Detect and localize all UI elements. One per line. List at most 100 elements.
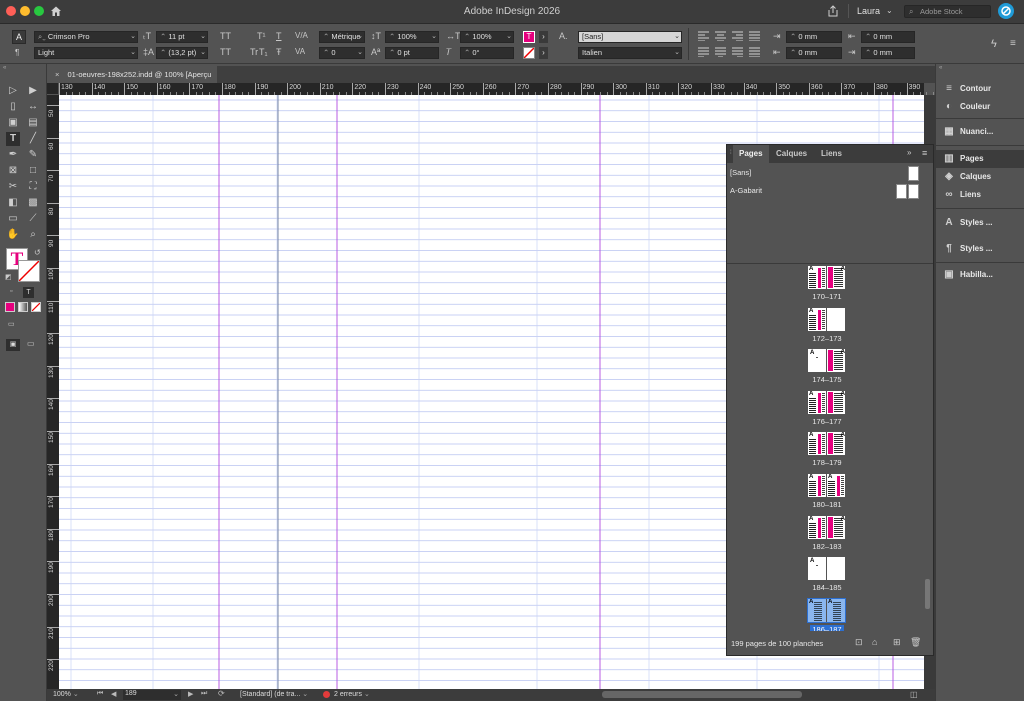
page-size-icon[interactable]: ⊡: [855, 637, 863, 648]
pencil-tool-icon[interactable]: ✎: [26, 148, 40, 162]
collapse-panel-icon[interactable]: »: [907, 148, 911, 157]
free-transform-tool-icon[interactable]: ⛶: [26, 180, 40, 194]
page-thumbnail[interactable]: A: [808, 349, 826, 373]
next-page-button[interactable]: ▶: [188, 690, 193, 698]
new-page-icon[interactable]: ⊞: [893, 637, 901, 648]
page-thumbnail[interactable]: A: [808, 390, 826, 414]
gradient-tool-icon[interactable]: ◧: [6, 196, 20, 210]
avatar[interactable]: [998, 3, 1014, 19]
right-indent-field[interactable]: ⌃ 0 mm: [861, 31, 915, 43]
open-page-icon[interactable]: ⟳: [218, 689, 225, 698]
horizontal-scale-field[interactable]: ⌃ 100% ⌄: [460, 31, 514, 43]
selection-tool-icon[interactable]: ▷: [6, 84, 20, 98]
strikethrough-button[interactable]: Ŧ: [276, 46, 282, 58]
zoom-field[interactable]: 100% ⌄: [53, 690, 79, 698]
language-field[interactable]: Italien ⌄: [578, 47, 682, 59]
justify-left-button[interactable]: [698, 47, 709, 57]
chevron-right-icon[interactable]: ›: [539, 47, 548, 59]
collapse-arrows-icon[interactable]: «: [3, 65, 6, 71]
last-page-button[interactable]: ⏭: [201, 690, 207, 698]
justify-right-button[interactable]: [732, 47, 743, 57]
first-page-button[interactable]: ⏮: [97, 690, 103, 698]
page-thumbnail[interactable]: A: [808, 266, 826, 289]
grip-icon[interactable]: ⁞: [730, 150, 732, 156]
dock-item-para-styles[interactable]: ¶ Styles ...: [936, 240, 1024, 258]
stroke-none-swatch[interactable]: [523, 47, 535, 59]
tab-calques[interactable]: Calques: [770, 145, 813, 163]
skew-field[interactable]: ⌃ 0°: [460, 47, 514, 59]
trash-icon[interactable]: 🗑: [910, 637, 921, 648]
dock-item-nuancier[interactable]: ▦ Nuanci...: [936, 123, 1024, 141]
edit-page-size-icon[interactable]: ⌂: [872, 637, 877, 647]
chevron-down-icon[interactable]: ⌄: [886, 6, 893, 15]
container-format-icon[interactable]: ▫: [10, 288, 12, 295]
page-thumbnail[interactable]: A: [808, 515, 826, 539]
note-tool-icon[interactable]: ▭: [6, 212, 20, 226]
character-mode-button[interactable]: A: [12, 30, 26, 44]
content-collector-icon[interactable]: ▣: [6, 116, 20, 130]
subscript-button[interactable]: T₁: [259, 46, 268, 58]
previous-page-button[interactable]: ◀: [111, 690, 116, 698]
pen-tool-icon[interactable]: ✒: [6, 148, 20, 162]
horizontal-ruler[interactable]: 130 140 150 160 170 180 190 200 210 220 230 240 250 2…: [59, 83, 934, 95]
page-thumbnail[interactable]: A: [827, 515, 845, 539]
panel-menu-icon[interactable]: ≡: [1010, 38, 1016, 49]
preflight-profile[interactable]: [Standard] (de tra... ⌄: [240, 690, 308, 698]
page-thumbnail[interactable]: [827, 557, 845, 581]
page-thumbnail[interactable]: A: [808, 432, 826, 456]
underline-button[interactable]: T: [276, 30, 282, 42]
page-thumbnail[interactable]: A: [808, 598, 826, 622]
page-thumbnail[interactable]: A: [827, 266, 845, 289]
page-thumbnail[interactable]: [827, 307, 845, 331]
default-fill-stroke-icon[interactable]: ◩: [5, 273, 12, 281]
dock-item-habillage[interactable]: ▣ Habilla...: [936, 266, 1024, 284]
ruler-origin[interactable]: [47, 83, 59, 95]
content-placer-icon[interactable]: ▤: [26, 116, 40, 130]
font-family-field[interactable]: ⌕⌄ Crimson Pro ⌄: [34, 31, 138, 43]
document-tab[interactable]: × 01-oeuvres-198x252.indd @ 100% [Aperçu…: [47, 66, 217, 96]
tr-button[interactable]: Tr: [250, 46, 258, 58]
small-caps-button[interactable]: TT: [220, 46, 231, 58]
page-thumbnail[interactable]: A: [827, 474, 845, 497]
panel-menu-icon[interactable]: ≡: [922, 148, 927, 158]
page-spread[interactable]: AA: [808, 515, 845, 539]
justify-center-button[interactable]: [715, 47, 726, 57]
vertical-ruler[interactable]: 50 60 70 80 90 100 110 120 130 140 150 160 170 180 190…: [47, 95, 59, 690]
adobe-stock-search[interactable]: ⌕ Adobe Stock: [904, 5, 991, 18]
horizontal-scrollbar-thumb[interactable]: [602, 691, 802, 698]
dock-item-contour[interactable]: ≡ Contour: [936, 80, 1024, 98]
tracking-field[interactable]: ⌃ 0 ⌄: [319, 47, 365, 59]
user-name[interactable]: Laura: [857, 6, 880, 16]
dock-item-couleur[interactable]: ◐ Couleur: [936, 98, 1024, 116]
last-line-indent-field[interactable]: ⌃ 0 mm: [861, 47, 915, 59]
justify-all-button[interactable]: [749, 47, 760, 57]
page-spread[interactable]: A: [808, 557, 845, 581]
align-center-button[interactable]: [715, 31, 726, 41]
close-tab-icon[interactable]: ×: [55, 70, 59, 79]
spreads-list[interactable]: A A 170–171 A 172–173 A A 174–175 A A 176–177 A A 178…: [727, 265, 933, 631]
type-tool-icon[interactable]: T: [6, 132, 20, 146]
pages-scrollbar-thumb[interactable]: [925, 579, 930, 609]
rectangle-frame-tool-icon[interactable]: ⊠: [6, 164, 20, 178]
dock-item-calques[interactable]: ◈ Calques: [936, 168, 1024, 186]
normal-view-button[interactable]: ▣: [6, 339, 20, 351]
scissors-tool-icon[interactable]: ✂: [6, 180, 20, 194]
page-thumbnail[interactable]: A: [808, 474, 826, 497]
all-caps-button[interactable]: TT: [220, 30, 231, 42]
superscript-button[interactable]: T¹: [257, 30, 266, 42]
tab-pages[interactable]: Pages: [733, 145, 769, 163]
preview-mode-icon[interactable]: ▭: [27, 339, 35, 348]
left-indent-field[interactable]: ⌃ 0 mm: [786, 31, 842, 43]
apply-gradient-button[interactable]: [18, 302, 28, 312]
master-a-gabarit[interactable]: A-Gabarit: [727, 183, 933, 201]
page-thumbnail[interactable]: A: [808, 307, 826, 331]
page-spread[interactable]: A: [808, 307, 845, 331]
page-spread[interactable]: AA: [807, 597, 846, 623]
baseline-shift-field[interactable]: ⌃ 0 pt: [385, 47, 439, 59]
eyedropper-tool-icon[interactable]: ⟋: [26, 212, 40, 226]
stroke-swatch[interactable]: [18, 260, 40, 282]
zoom-tool-icon[interactable]: ⌕: [26, 228, 40, 242]
font-size-field[interactable]: ⌃ 11 pt ⌄: [156, 31, 208, 43]
tab-liens[interactable]: Liens: [815, 145, 848, 163]
text-format-icon[interactable]: T: [23, 287, 34, 298]
